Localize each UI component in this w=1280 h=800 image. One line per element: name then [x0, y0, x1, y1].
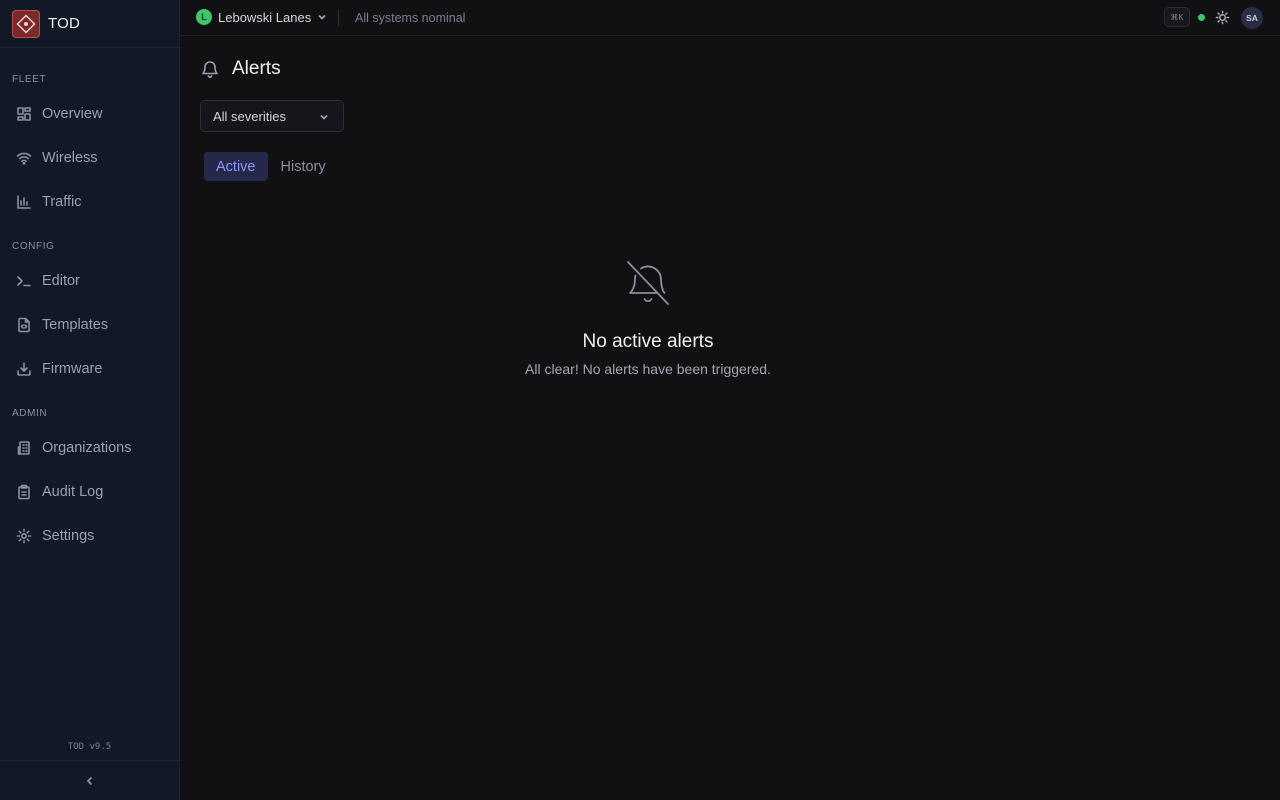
- brand[interactable]: TOD: [0, 0, 179, 48]
- sidebar-item-overview[interactable]: Overview: [0, 96, 179, 132]
- sidebar-item-label: Overview: [42, 106, 103, 122]
- terminal-icon: [17, 276, 31, 287]
- chevron-down-icon: [318, 14, 326, 20]
- sidebar-item-label: Editor: [42, 273, 80, 289]
- app-version: TOD v9.5: [67, 742, 112, 752]
- chevron-down-icon: [320, 114, 328, 120]
- command-palette-button[interactable]: ⌘K: [1164, 7, 1190, 27]
- page-header: Alerts: [200, 58, 281, 80]
- severity-filter-select[interactable]: All severities: [200, 100, 344, 132]
- org-avatar: L: [196, 9, 212, 25]
- sidebar-item-label: Audit Log: [42, 484, 104, 500]
- section-label-admin: ADMIN: [12, 408, 48, 419]
- building-icon: [17, 441, 30, 455]
- user-avatar[interactable]: SA: [1241, 7, 1263, 29]
- empty-state-title: No active alerts: [582, 331, 714, 352]
- system-status: All systems nominal: [355, 11, 466, 25]
- sidebar-item-label: Traffic: [42, 194, 82, 210]
- grid-icon: [17, 107, 31, 121]
- chevron-left-icon: [86, 776, 92, 785]
- topbar: L Lebowski Lanes All systems nominal ⌘K …: [180, 0, 1280, 36]
- status-indicator: [1198, 14, 1205, 21]
- empty-state: No active alerts All clear! No alerts ha…: [400, 258, 896, 377]
- sidebar-item-audit-log[interactable]: Audit Log: [0, 474, 179, 510]
- sidebar-item-editor[interactable]: Editor: [0, 263, 179, 299]
- empty-state-message: All clear! No alerts have been triggered…: [525, 361, 771, 377]
- tod-logo-icon: [12, 9, 40, 38]
- theme-toggle-button[interactable]: [1215, 10, 1231, 26]
- file-code-icon: [18, 317, 30, 333]
- sidebar-item-traffic[interactable]: Traffic: [0, 184, 179, 220]
- severity-filter-value: All severities: [213, 108, 286, 124]
- sun-icon: [1215, 10, 1230, 25]
- tab-active[interactable]: Active: [204, 152, 268, 181]
- brand-name: TOD: [48, 15, 80, 32]
- bell-off-icon: [627, 261, 669, 305]
- divider: [338, 9, 339, 26]
- sidebar-item-label: Wireless: [42, 150, 98, 166]
- bell-icon: [202, 61, 218, 78]
- sidebar-item-organizations[interactable]: Organizations: [0, 430, 179, 466]
- bar-chart-icon: [17, 195, 31, 209]
- sidebar-item-label: Settings: [42, 528, 95, 544]
- sidebar-item-firmware[interactable]: Firmware: [0, 351, 179, 387]
- sidebar-item-wireless[interactable]: Wireless: [0, 140, 179, 176]
- download-icon: [17, 362, 31, 376]
- section-label-fleet: FLEET: [12, 74, 47, 85]
- sidebar-item-settings[interactable]: Settings: [0, 518, 179, 554]
- collapse-sidebar-button[interactable]: [0, 760, 179, 800]
- sidebar-item-label: Firmware: [42, 361, 103, 377]
- sidebar-item-label: Organizations: [42, 440, 132, 456]
- sidebar: TOD FLEET Overview Wireless Traffic CONF…: [0, 0, 180, 800]
- wifi-icon: [16, 152, 32, 165]
- clipboard-icon: [18, 484, 30, 500]
- page-title: Alerts: [232, 58, 281, 79]
- section-label-config: CONFIG: [12, 241, 55, 252]
- org-switcher[interactable]: L Lebowski Lanes: [196, 9, 327, 25]
- tab-history[interactable]: History: [269, 152, 338, 181]
- sidebar-item-templates[interactable]: Templates: [0, 307, 179, 343]
- org-name: Lebowski Lanes: [218, 9, 312, 25]
- alert-tabs: Active History: [204, 152, 338, 181]
- gear-icon: [16, 528, 32, 544]
- sidebar-item-label: Templates: [42, 317, 109, 333]
